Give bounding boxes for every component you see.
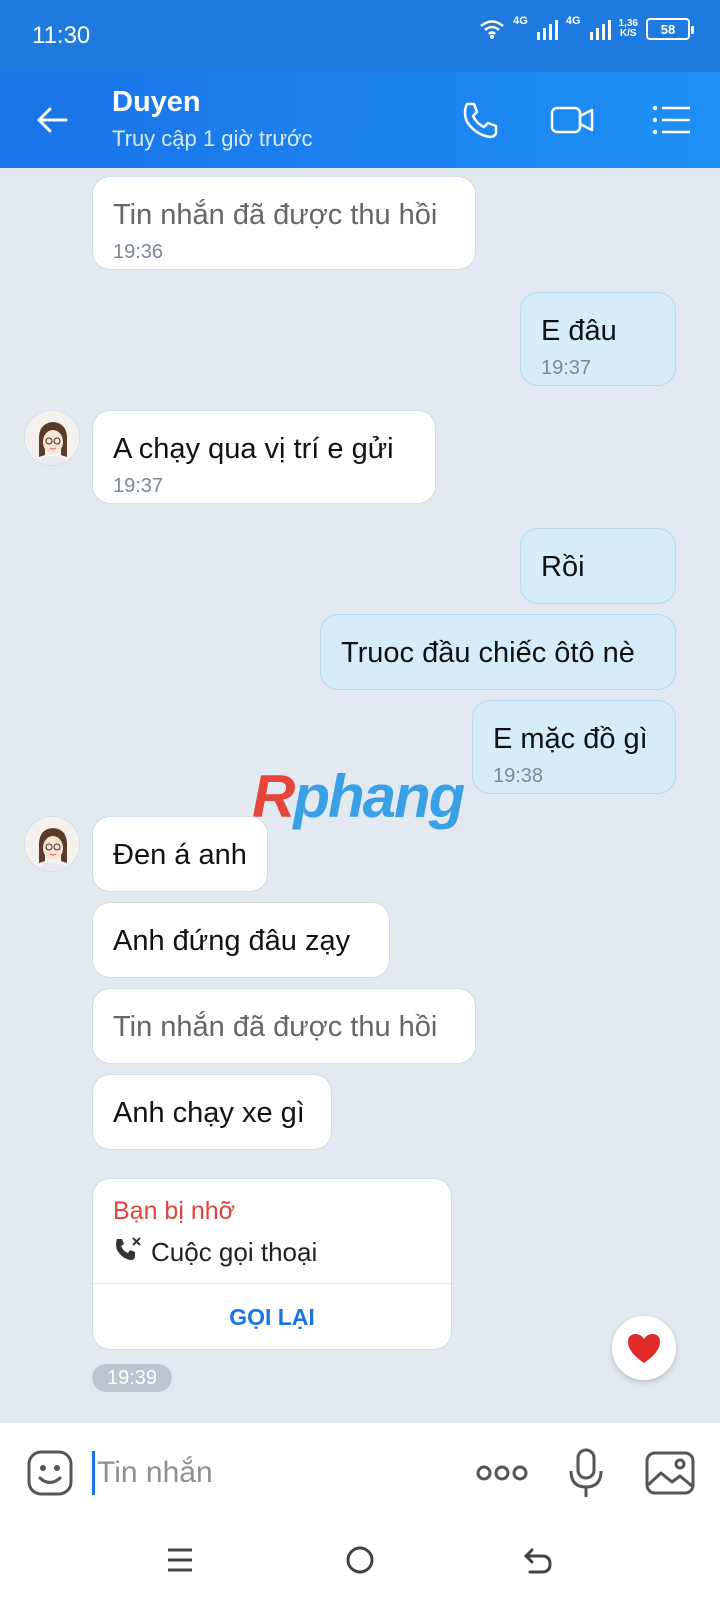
image-gallery-icon[interactable]: [644, 1449, 696, 1497]
message-input[interactable]: [92, 1451, 442, 1495]
battery-level: 58: [660, 21, 676, 37]
missed-call-card: Bạn bị nhỡ Cuộc gọi thoại GỌI LẠI: [92, 1178, 452, 1350]
chat-header: Duyen Truy cập 1 giờ trước: [0, 72, 720, 168]
call-back-button[interactable]: GỌI LẠI: [93, 1283, 451, 1351]
microphone-icon[interactable]: [566, 1447, 606, 1499]
missed-call-title: Bạn bị nhỡ: [113, 1197, 236, 1225]
signal-icon-2: [589, 20, 611, 40]
message-bubble-incoming[interactable]: Anh đứng đâu zạy: [92, 902, 390, 978]
avatar[interactable]: [24, 410, 80, 466]
message-time-pill: 19:39: [92, 1364, 172, 1392]
message-bubble-incoming[interactable]: A chạy qua vị trí e gửi 19:37: [92, 410, 436, 504]
network-speed: 1,36 K/S: [618, 18, 638, 39]
message-input-bar: [0, 1422, 720, 1522]
system-nav-bar: [0, 1522, 720, 1600]
contact-name[interactable]: Duyen: [112, 86, 201, 119]
message-bubble-incoming[interactable]: Tin nhắn đã được thu hồi 19:36: [92, 176, 476, 270]
message-bubble-outgoing[interactable]: Rồi: [520, 528, 676, 604]
avatar[interactable]: [24, 816, 80, 872]
network-label-2: 4G: [565, 14, 581, 27]
avatar-illustration: [25, 817, 79, 871]
message-bubble-outgoing[interactable]: Truoc đầu chiếc ôtô nè: [320, 614, 676, 690]
status-icons: 4G 4G 1,36 K/S 58: [479, 14, 694, 40]
message-list[interactable]: Tin nhắn đã được thu hồi 19:36 E đâu 19:…: [0, 168, 720, 1422]
message-bubble-incoming[interactable]: Tin nhắn đã được thu hồi: [92, 988, 476, 1064]
missed-call-type: Cuộc gọi thoại: [151, 1237, 318, 1267]
heart-reaction-button[interactable]: [612, 1316, 676, 1380]
message-time: 19:38: [493, 765, 544, 787]
emoji-icon[interactable]: [26, 1449, 74, 1497]
message-bubble-outgoing[interactable]: E đâu 19:37: [520, 292, 676, 386]
battery-icon: 58: [646, 18, 694, 40]
status-time: 11:30: [32, 22, 91, 49]
message-bubble-incoming[interactable]: Anh chạy xe gì: [92, 1074, 332, 1150]
message-time: 19:36: [113, 241, 164, 263]
missed-call-icon: [116, 1237, 141, 1260]
menu-list-icon[interactable]: [650, 98, 694, 142]
watermark-logo: Rphang: [252, 763, 465, 830]
signal-icon-1: [536, 20, 558, 40]
heart-icon: [628, 1334, 660, 1363]
video-camera-icon[interactable]: [550, 98, 594, 142]
contact-status: Truy cập 1 giờ trước: [112, 126, 313, 151]
back-nav-icon[interactable]: [518, 1540, 558, 1580]
back-arrow-icon[interactable]: [30, 98, 74, 142]
phone-icon[interactable]: [458, 98, 502, 142]
message-time: 19:37: [113, 475, 164, 497]
message-bubble-incoming[interactable]: Đen á anh: [92, 816, 268, 892]
home-icon[interactable]: [340, 1540, 380, 1580]
recent-apps-icon[interactable]: [160, 1540, 200, 1580]
message-time: 19:37: [541, 357, 592, 379]
more-options-icon[interactable]: [474, 1457, 530, 1489]
wifi-icon: [480, 20, 504, 39]
avatar-illustration: [25, 411, 79, 465]
message-bubble-outgoing[interactable]: E mặc đồ gì 19:38: [472, 700, 676, 794]
network-label-1: 4G: [513, 14, 528, 27]
status-bar: 11:30 4G 4G 1,36 K/S 58: [0, 0, 720, 72]
